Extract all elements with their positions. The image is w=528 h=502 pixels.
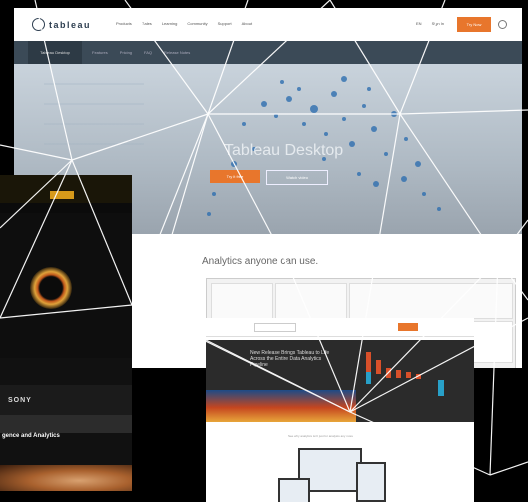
bottom-navbar (206, 318, 474, 337)
sony-logo: SONY (0, 385, 132, 415)
subnav-item-release-notes[interactable]: Release Notes (164, 50, 190, 55)
product-showcase: See why analytics isn't just for analyst… (206, 422, 474, 502)
subnav-item-faq[interactable]: FAQ (144, 50, 152, 55)
subnav-item-features[interactable]: Features (92, 50, 108, 55)
hero-title: Tableau Desktop (224, 142, 344, 159)
sign-in-link[interactable]: Sign In (432, 21, 444, 26)
sony-page-screenshot: SONY gence and Analytics (0, 175, 132, 491)
top-navbar: tableau Products Sales Learning Communit… (14, 8, 522, 41)
sony-hero-image (0, 465, 132, 491)
sony-visualization (0, 213, 132, 358)
try-now-button[interactable]: Try Now (457, 17, 491, 32)
nav-item-support[interactable]: Support (218, 21, 232, 26)
ring-chart-visual (30, 267, 72, 309)
nav-item-products[interactable]: Products (116, 21, 132, 26)
sony-heading: gence and Analytics (2, 433, 60, 439)
right-nav: EN Sign In (416, 21, 444, 26)
tableau-release-screenshot: New Release Brings Tableau to Life Acros… (206, 318, 474, 502)
nav-item-sales[interactable]: Sales (142, 21, 152, 26)
watch-video-button[interactable]: Watch video (266, 170, 328, 185)
logo-icon (32, 18, 45, 31)
device-tablet (356, 462, 386, 502)
subnav-active-tab[interactable]: Tableau Desktop (28, 41, 82, 64)
device-laptop (278, 478, 310, 502)
bar-visual (366, 352, 444, 396)
nav-item-learning[interactable]: Learning (162, 21, 178, 26)
subnav-item-pricing[interactable]: Pricing (120, 50, 132, 55)
sony-header-button[interactable] (50, 191, 74, 199)
sony-header (0, 175, 132, 213)
logo-text: tableau (49, 19, 92, 30)
subnav-items: Features Pricing FAQ Release Notes (92, 50, 190, 55)
search-input[interactable] (254, 323, 296, 332)
nav-item-community[interactable]: Community (187, 21, 207, 26)
sony-strip (0, 415, 132, 433)
nav-item-about[interactable]: About (242, 21, 252, 26)
data-pane (211, 283, 273, 319)
try-free-button[interactable]: Try it free (210, 170, 260, 183)
tagline: Analytics anyone can use. (202, 256, 319, 267)
sub-navbar: Tableau Desktop Features Pricing FAQ Rel… (14, 41, 522, 64)
tableau-logo[interactable]: tableau (32, 18, 91, 31)
showcase-caption: See why analytics isn't just for analyst… (288, 434, 354, 438)
search-icon[interactable] (498, 20, 507, 29)
cta-button[interactable] (398, 323, 418, 331)
release-banner: New Release Brings Tableau to Life Acros… (206, 340, 474, 422)
main-nav: Products Sales Learning Community Suppor… (116, 21, 252, 26)
language-link[interactable]: EN (416, 21, 422, 26)
shelf-pane (275, 283, 347, 319)
view-pane (349, 283, 513, 319)
